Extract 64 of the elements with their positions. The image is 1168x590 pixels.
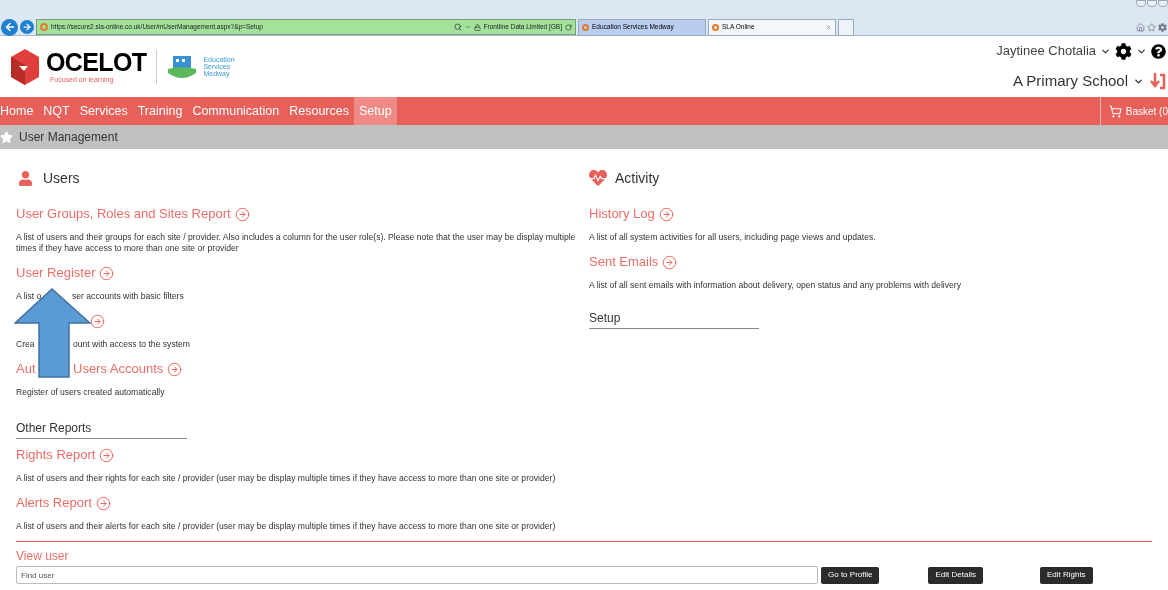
- description-text: A list of users and their rights for each site / provider (user may be display multiple times if they have access to more than one site or provider): [16, 473, 557, 484]
- settings-icon[interactable]: [1115, 42, 1132, 60]
- help-icon[interactable]: [1151, 43, 1166, 59]
- arrow-circle-icon[interactable]: [90, 313, 105, 329]
- home-icon[interactable]: [1136, 22, 1145, 32]
- report-link[interactable]: Users Accounts: [73, 359, 164, 379]
- search-field[interactable]: Find user: [16, 566, 818, 584]
- breadcrumb-title: User Management: [19, 129, 118, 146]
- refresh-icon[interactable]: [565, 23, 572, 31]
- description-text: ser accounts with basic filters: [72, 291, 184, 302]
- logout-icon[interactable]: [1149, 72, 1166, 91]
- description-text: ount with access to the system: [73, 339, 191, 350]
- description-text: A list of users and their alerts for each site / provider (user may be display multiple times if they have access to more than one site or provider): [16, 521, 557, 532]
- cart-icon[interactable]: [1108, 104, 1122, 118]
- description-text: A list o: [16, 291, 42, 302]
- brand-name: OCELOT: [46, 50, 147, 75]
- nav-item[interactable]: Communication: [187, 97, 285, 125]
- new-tab-button[interactable]: [838, 18, 854, 36]
- action-button[interactable]: Go to Profile: [821, 566, 880, 584]
- site-favicon: [40, 23, 48, 31]
- arrow-circle-icon[interactable]: [167, 361, 183, 377]
- nav-item[interactable]: Resources: [284, 97, 354, 125]
- nav-item[interactable]: Setup: [353, 97, 397, 125]
- section-heading: Setup: [589, 310, 621, 327]
- section-heading: View user: [16, 548, 69, 565]
- caret-icon[interactable]: [1133, 76, 1144, 87]
- user-menu[interactable]: Jaytinee Chotalia: [996, 41, 1096, 61]
- report-link[interactable]: Alerts Report: [16, 493, 92, 513]
- action-button[interactable]: Edit Details: [928, 566, 983, 584]
- section-heading: Activity: [615, 168, 660, 188]
- forward-button[interactable]: [20, 20, 34, 34]
- nav-item[interactable]: Training: [132, 97, 188, 125]
- section-heading: Users: [43, 168, 80, 188]
- description-text: Register of users created automatically: [16, 387, 166, 398]
- report-link[interactable]: User Groups, Roles and Sites Report: [16, 204, 231, 224]
- description-text: A list of all system activities for all users, including page views and updates.: [589, 232, 877, 243]
- lock-icon: [473, 23, 481, 31]
- school-selector[interactable]: A Primary School: [1012, 70, 1128, 93]
- nav-item[interactable]: NQT: [38, 97, 75, 125]
- search-icon[interactable]: [453, 23, 462, 31]
- nav-item[interactable]: Home: [0, 97, 39, 125]
- heartbeat-icon: [589, 169, 607, 187]
- report-link[interactable]: Aut: [16, 359, 36, 379]
- report-link[interactable]: History Log: [589, 204, 655, 224]
- section-heading: Other Reports: [16, 420, 92, 437]
- action-button[interactable]: Edit Rights: [1039, 566, 1093, 584]
- arrow-circle-icon[interactable]: [99, 447, 115, 463]
- arrow-circle-icon[interactable]: [99, 265, 115, 281]
- back-button[interactable]: [1, 18, 18, 36]
- description-text: A list of all sent emails with information about delivery, open status and any problems with delivery: [589, 280, 962, 291]
- nav-item[interactable]: Services: [74, 97, 133, 125]
- logo-icon: [10, 47, 40, 86]
- close-icon[interactable]: [825, 23, 832, 31]
- report-link[interactable]: User Register: [16, 263, 96, 283]
- arrow-circle-icon[interactable]: [658, 206, 674, 222]
- report-link[interactable]: Sent Emails: [589, 252, 659, 272]
- arrow-circle-icon[interactable]: [234, 206, 250, 222]
- report-link[interactable]: Rights Report: [16, 445, 96, 465]
- star-icon[interactable]: [1147, 22, 1156, 32]
- arrow-circle-icon[interactable]: [95, 495, 111, 511]
- description-text: A list of users and their groups for each site / provider. Also includes a column for the user role(s). Please note that the user may be display multiple times if they have access to more than one site or provider: [16, 232, 577, 254]
- arrow-circle-icon[interactable]: [662, 254, 678, 270]
- description-text: Crea: [16, 339, 35, 350]
- user-icon: [18, 170, 33, 186]
